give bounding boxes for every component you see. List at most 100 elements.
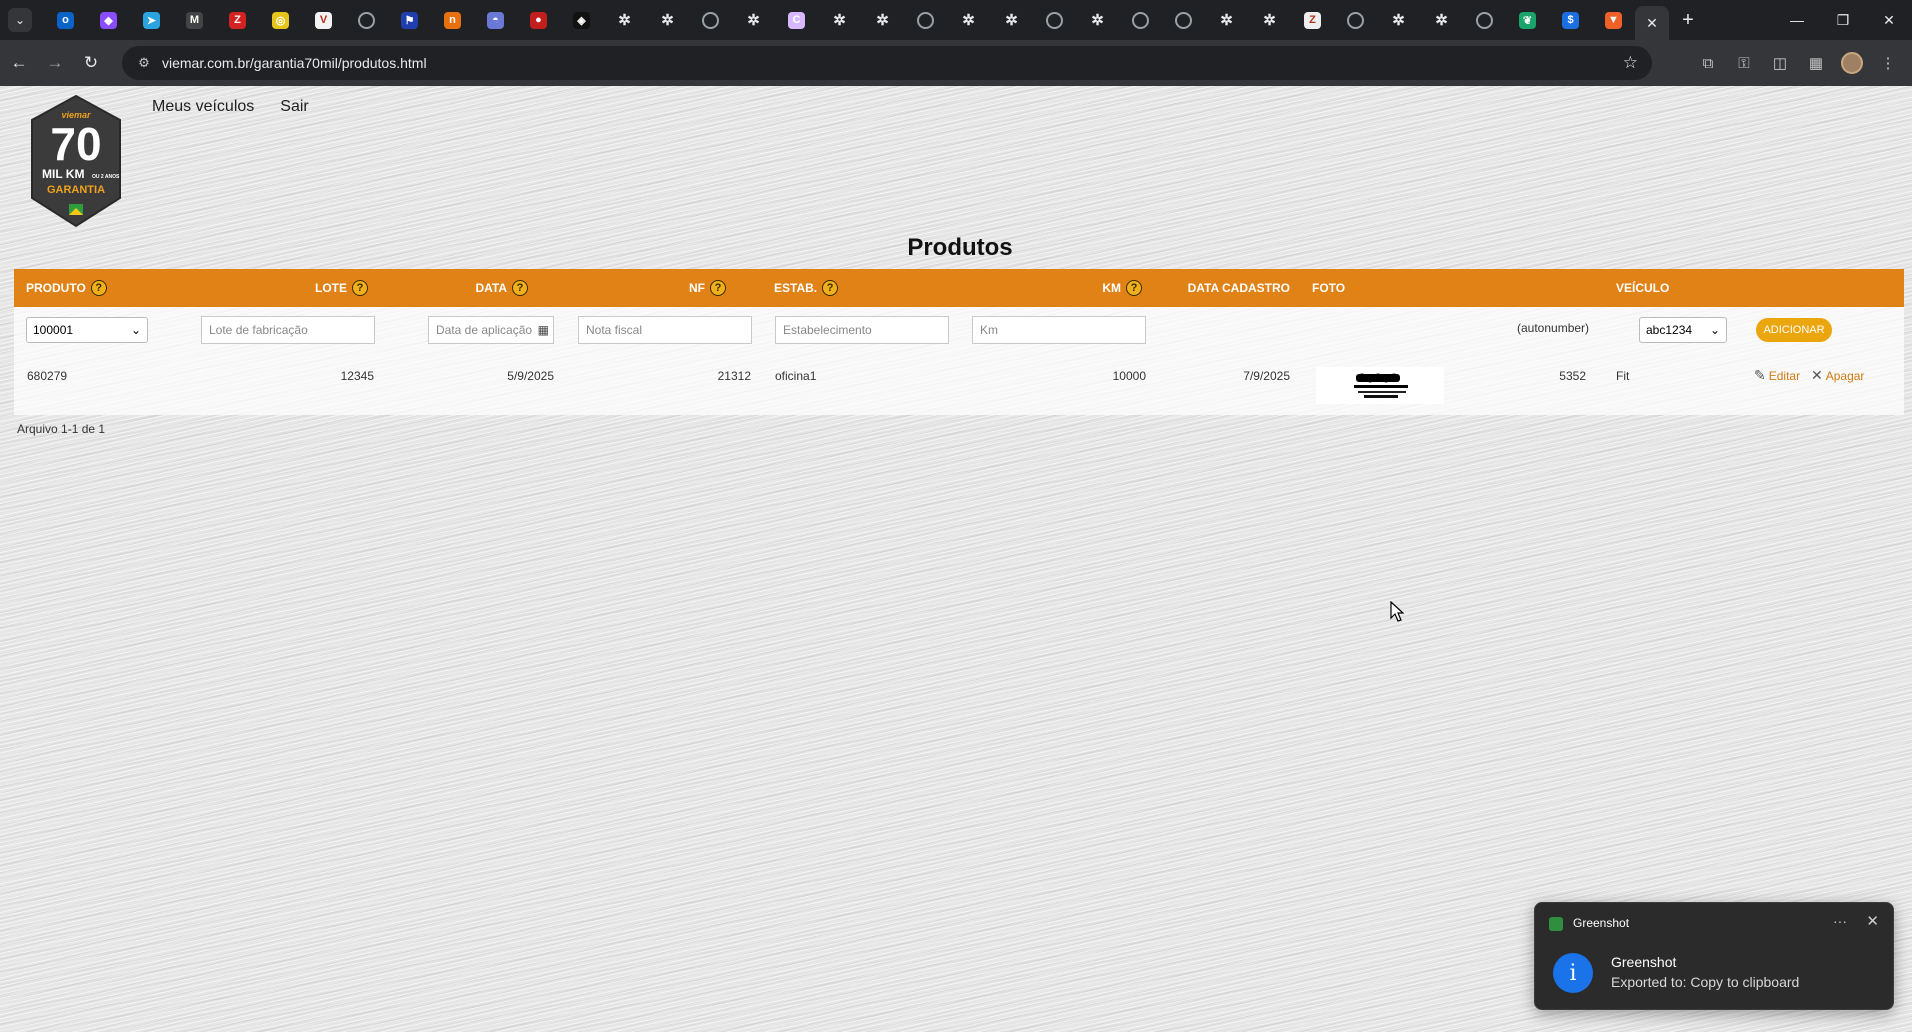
pinned-tab-globe[interactable]	[345, 0, 388, 40]
globe-icon	[358, 11, 375, 29]
pinned-tab-globe[interactable]	[904, 0, 947, 40]
notion-n-icon: n	[444, 11, 461, 29]
greenshot-notification[interactable]: Greenshot ··· ✕ i Greenshot Exported to:…	[1534, 902, 1894, 1010]
qr-code-icon[interactable]: ▦	[1798, 46, 1834, 80]
pinned-tab-chatgpt[interactable]: ✲	[646, 0, 689, 40]
window-close-button[interactable]: ✕	[1866, 0, 1912, 40]
pinned-tabs: o ◆ ➤ M Z ◎ V ⚑ n ◓ ● ◈ ✲ ✲ ✲ C ✲ ✲ ✲ ✲ ✲ ✲ ✲ Z ✲ ✲ ❦ $ ▼	[44, 0, 1635, 40]
pinned-tab-bookmark-blue[interactable]: ⚑	[388, 0, 431, 40]
pinned-tab-globe[interactable]	[1119, 0, 1162, 40]
telegram-icon: ➤	[143, 11, 160, 29]
chatgpt-icon: ✲	[661, 12, 674, 29]
adicionar-button[interactable]: ADICIONAR	[1756, 318, 1832, 342]
toast-close-button[interactable]: ✕	[1866, 912, 1879, 930]
lote-input[interactable]: Lote de fabricação	[201, 316, 375, 344]
pinned-tab-gmail[interactable]: M	[173, 0, 216, 40]
pinned-tab-chatgpt[interactable]: ✲	[947, 0, 990, 40]
km-input[interactable]: Km	[972, 316, 1146, 344]
profile-avatar[interactable]	[1841, 52, 1863, 74]
forward-button[interactable]: →	[38, 46, 72, 80]
pinned-tab-chatgpt[interactable]: ✲	[818, 0, 861, 40]
pinned-tab-incognito[interactable]: ◓	[474, 0, 517, 40]
grid-header: PRODUTO? LOTE? DATA? NF? ESTAB.? KM? DAT…	[14, 269, 1904, 307]
pinned-tab-chatgpt[interactable]: ✲	[990, 0, 1033, 40]
header-nf[interactable]: NF?	[574, 269, 726, 307]
pinned-tab-red-dots[interactable]: ●	[517, 0, 560, 40]
pinned-tab-chatgpt[interactable]: ✲	[861, 0, 904, 40]
pinned-tab-app-yellow[interactable]: ◎	[259, 0, 302, 40]
minimize-button[interactable]: —	[1774, 0, 1820, 40]
help-icon[interactable]: ?	[710, 280, 726, 296]
apagar-link[interactable]: ✕ Apagar	[1811, 367, 1864, 384]
chevron-down-icon: ⌄	[130, 323, 141, 337]
pinned-tab-chatgpt[interactable]: ✲	[603, 0, 646, 40]
reload-button[interactable]: ↻	[74, 46, 108, 80]
pinned-tab-zotero-z[interactable]: Z	[1291, 0, 1334, 40]
site-info-icon[interactable]: ⚙	[130, 55, 158, 71]
header-data[interactable]: DATA?	[394, 269, 528, 307]
url-text[interactable]: viemar.com.br/garantia70mil/produtos.htm…	[162, 55, 427, 71]
pinned-tab-globe[interactable]	[1033, 0, 1076, 40]
header-estab[interactable]: ESTAB.?	[774, 269, 839, 307]
pinned-tab-brave[interactable]: ▼	[1592, 0, 1635, 40]
pinned-tab-chatgpt[interactable]: ✲	[1420, 0, 1463, 40]
pinned-tab-chatgpt[interactable]: ✲	[1076, 0, 1119, 40]
pinned-tab-globe[interactable]	[1334, 0, 1377, 40]
menu-dots-icon[interactable]: ⋮	[1870, 46, 1906, 80]
toast-message: Exported to: Copy to clipboard	[1611, 974, 1800, 990]
help-icon[interactable]: ?	[512, 280, 528, 296]
logo-ou-2-anos: OU 2 ANOS	[92, 174, 120, 180]
pinned-tab-globe[interactable]	[689, 0, 732, 40]
pinned-tab-globe[interactable]	[1162, 0, 1205, 40]
header-veiculo[interactable]: VEÍCULO	[1616, 269, 1669, 307]
pinned-tab-green-leaf[interactable]: ❦	[1506, 0, 1549, 40]
estab-input[interactable]: Estabelecimento	[775, 316, 949, 344]
tab-search-button[interactable]: ⌄	[8, 8, 32, 32]
header-data-cadastro[interactable]: DATA CADASTRO	[1174, 269, 1290, 307]
pinned-tab-blue-s[interactable]: $	[1549, 0, 1592, 40]
header-lote[interactable]: LOTE?	[214, 269, 368, 307]
header-foto[interactable]: FOTO	[1312, 269, 1345, 307]
editar-link[interactable]: ✎ Editar	[1754, 367, 1800, 384]
help-icon[interactable]: ?	[822, 280, 839, 296]
nav-sair[interactable]: Sair	[280, 98, 308, 116]
pinned-tab-outlook[interactable]: o	[44, 0, 87, 40]
pinned-tab-figma[interactable]: ◆	[87, 0, 130, 40]
pinned-tab-codepen[interactable]: ◈	[560, 0, 603, 40]
restore-button[interactable]: ❐	[1820, 0, 1866, 40]
help-icon[interactable]: ?	[1126, 280, 1142, 296]
pinned-tab-chatgpt[interactable]: ✲	[732, 0, 775, 40]
active-tab-close-button[interactable]: ✕	[1635, 6, 1669, 40]
viemar-70mil-logo[interactable]: viemar 70 MIL KM OU 2 ANOS GARANTIA	[28, 94, 124, 230]
pinned-tab-globe[interactable]	[1463, 0, 1506, 40]
help-icon[interactable]: ?	[352, 280, 368, 296]
chatgpt-icon: ✲	[1263, 12, 1276, 29]
pinned-tab-chatgpt[interactable]: ✲	[1377, 0, 1420, 40]
header-km[interactable]: KM?	[1014, 269, 1142, 307]
product-photo[interactable]	[1316, 367, 1444, 404]
extensions-icon[interactable]: ⧉	[1690, 46, 1726, 80]
more-options-icon[interactable]: ···	[1833, 913, 1847, 929]
screenshot-icon[interactable]: ◫	[1762, 46, 1798, 80]
pinned-tab-chatgpt[interactable]: ✲	[1205, 0, 1248, 40]
nf-input[interactable]: Nota fiscal	[578, 316, 752, 344]
calendar-icon[interactable]: ▦	[538, 323, 549, 337]
pinned-tab-zotero[interactable]: Z	[216, 0, 259, 40]
new-tab-button[interactable]: +	[1673, 5, 1703, 35]
plus-icon: +	[1682, 8, 1694, 31]
veiculo-select[interactable]: abc1234 ⌄	[1639, 317, 1727, 343]
pinned-tab-telegram[interactable]: ➤	[130, 0, 173, 40]
bookmark-star-icon[interactable]: ☆	[1623, 53, 1638, 73]
pinned-tab-claude-c[interactable]: C	[775, 0, 818, 40]
produto-select[interactable]: 100001 ⌄	[26, 317, 148, 343]
pinned-tab-brave-search[interactable]: V	[302, 0, 345, 40]
back-button[interactable]: ←	[2, 46, 36, 80]
password-key-icon[interactable]: ⚿	[1726, 46, 1762, 80]
nav-meus-veiculos[interactable]: Meus veículos	[152, 98, 254, 116]
header-produto[interactable]: PRODUTO?	[26, 269, 107, 307]
help-icon[interactable]: ?	[90, 280, 107, 296]
address-bar[interactable]: ⚙ viemar.com.br/garantia70mil/produtos.h…	[122, 46, 1652, 80]
pinned-tab-notion-n[interactable]: n	[431, 0, 474, 40]
pinned-tab-chatgpt[interactable]: ✲	[1248, 0, 1291, 40]
data-input[interactable]: Data de aplicação ▦	[428, 316, 554, 344]
